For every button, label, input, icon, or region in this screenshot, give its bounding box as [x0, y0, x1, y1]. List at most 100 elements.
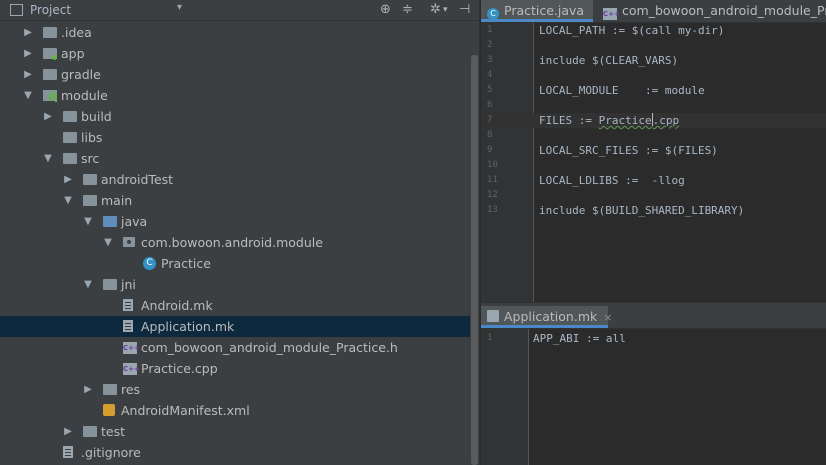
tree-item-label: res [121, 382, 141, 397]
view-dropdown-icon[interactable]: ▾ [177, 2, 182, 13]
tree-item[interactable]: ▶ gradle [0, 64, 470, 85]
project-panel-header: Project ▾ ⊕ ≑ ✲ ▾ ⊣ [0, 0, 479, 21]
makefile-icon [123, 299, 133, 311]
code-line[interactable]: 3 include $(CLEAR_VARS) [481, 53, 826, 68]
collapsed-arrow-icon[interactable]: ▶ [23, 43, 33, 64]
tree-item-label: androidTest [101, 172, 174, 187]
line-number: 10 [487, 160, 498, 170]
code-line[interactable]: 9 LOCAL_SRC_FILES := $(FILES) [481, 143, 826, 158]
tree-item[interactable]: ▼ module [0, 85, 470, 106]
close-tab-icon[interactable]: × [603, 311, 612, 324]
hide-panel-icon[interactable]: ⊣ [459, 2, 470, 17]
tab-label: Application.mk [504, 309, 598, 324]
code-line[interactable]: 7 FILES := Practice.cpp [481, 113, 826, 128]
tree-item[interactable]: C++ Practice.cpp [0, 358, 470, 379]
tree-item-label: Practice.cpp [141, 361, 218, 376]
tree-item[interactable]: ▶ build [0, 106, 470, 127]
tree-item[interactable]: ▶ androidTest [0, 169, 470, 190]
line-number: 4 [487, 70, 493, 80]
collapse-all-icon[interactable]: ≑ [402, 2, 413, 17]
collapsed-arrow-icon[interactable]: ▶ [23, 22, 33, 43]
line-number: 9 [487, 145, 493, 155]
folder-icon [103, 279, 117, 290]
code-text: include $(CLEAR_VARS) [539, 54, 679, 67]
tree-item-label: main [101, 193, 133, 208]
collapsed-arrow-icon[interactable]: ▶ [63, 169, 73, 190]
expanded-arrow-icon[interactable]: ▼ [83, 211, 93, 232]
module-folder-icon [43, 90, 57, 101]
collapsed-arrow-icon[interactable]: ▶ [83, 379, 93, 400]
tree-item[interactable]: ▼ jni [0, 274, 470, 295]
tab-practice-java[interactable]: C Practice.java [481, 0, 593, 22]
tab-label: Practice.java [504, 3, 585, 18]
code-line[interactable]: 10 [481, 158, 826, 173]
line-number: 3 [487, 55, 493, 65]
collapsed-arrow-icon[interactable]: ▶ [23, 64, 33, 85]
code-line[interactable]: 5 LOCAL_MODULE := module [481, 83, 826, 98]
tree-item[interactable]: AndroidManifest.xml [0, 400, 470, 421]
expanded-arrow-icon[interactable]: ▼ [63, 190, 73, 211]
folder-icon [63, 111, 77, 122]
tree-item[interactable]: ▶ .idea [0, 22, 470, 43]
locate-file-icon[interactable]: ⊕ [380, 2, 391, 17]
settings-dropdown-icon[interactable]: ▾ [443, 5, 448, 15]
expanded-arrow-icon[interactable]: ▼ [83, 274, 93, 295]
project-panel-title[interactable]: Project [30, 3, 71, 17]
code-line[interactable]: 2 [481, 38, 826, 53]
tree-item[interactable]: ▼ main [0, 190, 470, 211]
code-line[interactable]: 1 LOCAL_PATH := $(call my-dir) [481, 23, 826, 38]
line-number: 13 [487, 205, 498, 215]
code-text: LOCAL_LDLIBS := -llog [539, 174, 685, 187]
expanded-arrow-icon[interactable]: ▼ [43, 148, 53, 169]
tree-item-label: com.bowoon.android.module [141, 235, 323, 250]
project-view-icon [10, 4, 23, 16]
code-text: LOCAL_MODULE := module [539, 84, 705, 97]
collapsed-arrow-icon[interactable]: ▶ [43, 106, 53, 127]
line-number-gutter [481, 329, 529, 465]
editor-top-tabbar: C Practice.java C++ com_bowoon_android_mod… [481, 0, 826, 23]
tree-item-label: AndroidManifest.xml [121, 403, 250, 418]
tree-item[interactable]: ▶ res [0, 379, 470, 400]
code-line[interactable]: 1 APP_ABI := all [481, 331, 826, 346]
tree-item[interactable]: ▶ app [0, 43, 470, 64]
line-number: 11 [487, 175, 498, 185]
code-line[interactable]: 11 LOCAL_LDLIBS := -llog [481, 173, 826, 188]
java-class-icon: C [487, 8, 499, 20]
line-number: 6 [487, 100, 493, 110]
collapsed-arrow-icon[interactable]: ▶ [63, 421, 73, 442]
project-tree-scrollbar[interactable] [471, 55, 478, 465]
tree-item-label: build [81, 109, 112, 124]
tab-practice-header[interactable]: C++com_bowoon_android_module_Practic [597, 0, 826, 22]
tree-item[interactable]: Application.mk [0, 316, 470, 337]
project-panel: Project ▾ ⊕ ≑ ✲ ▾ ⊣ ▶ .idea ▶ app ▶ gradle ▼ mo… [0, 0, 479, 465]
expanded-arrow-icon[interactable]: ▼ [23, 85, 33, 106]
tree-item[interactable]: ▼ src [0, 148, 470, 169]
tree-item[interactable]: Android.mk [0, 295, 470, 316]
tab-application-mk[interactable]: Application.mk × [481, 306, 612, 328]
code-line[interactable]: 4 [481, 68, 826, 83]
code-line[interactable]: 6 [481, 98, 826, 113]
line-number: 12 [487, 190, 498, 200]
tree-item-label: Application.mk [141, 319, 235, 334]
folder-icon [63, 132, 77, 143]
settings-gear-icon[interactable]: ✲ [430, 2, 441, 17]
code-line[interactable]: 13 include $(BUILD_SHARED_LIBRARY) [481, 203, 826, 218]
tree-item[interactable]: libs [0, 127, 470, 148]
makefile-icon [487, 310, 499, 322]
code-text: FILES := Practice.cpp [539, 113, 680, 127]
tree-item[interactable]: ▼ java [0, 211, 470, 232]
code-text: LOCAL_SRC_FILES := $(FILES) [539, 144, 718, 157]
tree-item[interactable]: ▼ com.bowoon.android.module [0, 232, 470, 253]
cpp-file-icon: C++ [123, 363, 140, 375]
folder-icon [103, 384, 117, 395]
tree-item[interactable]: C Practice [0, 253, 470, 274]
folder-icon [43, 27, 57, 38]
folder-icon [43, 48, 57, 60]
expanded-arrow-icon[interactable]: ▼ [103, 232, 113, 253]
tree-item[interactable]: C++ com_bowoon_android_module_Practice.h [0, 337, 470, 358]
code-line[interactable]: 12 [481, 188, 826, 203]
code-line[interactable]: 8 [481, 128, 826, 143]
tree-item[interactable]: .gitignore [0, 442, 470, 463]
tree-item[interactable]: ▶ test [0, 421, 470, 442]
source-folder-icon [103, 216, 117, 227]
